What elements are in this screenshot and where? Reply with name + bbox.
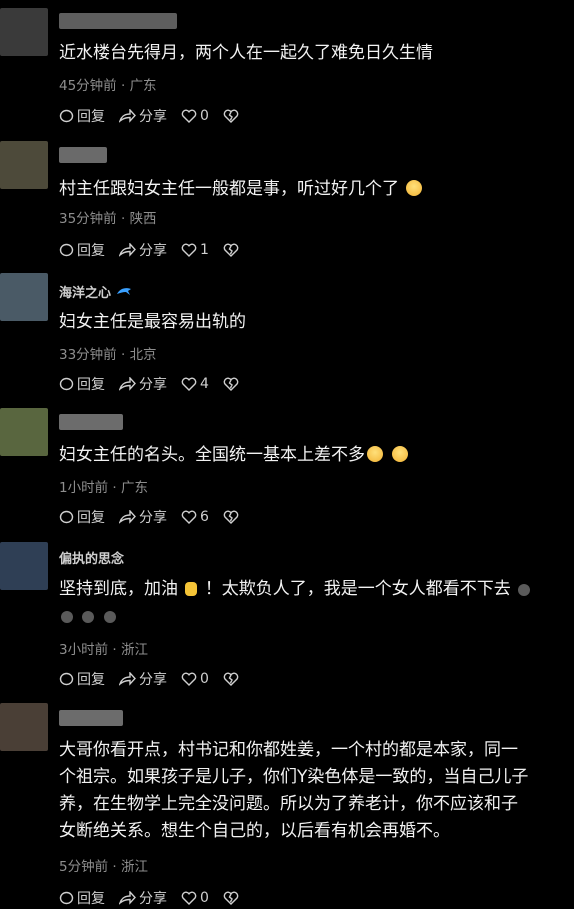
- avatar[interactable]: [0, 273, 48, 321]
- broken-heart-icon: [223, 891, 239, 905]
- comment-meta: 3小时前 · 浙江: [59, 642, 148, 658]
- heart-icon: [181, 672, 197, 686]
- reply-button[interactable]: 回复: [59, 374, 105, 394]
- comment-actions: 回复 分享 0: [59, 669, 256, 689]
- share-icon: [119, 109, 136, 123]
- username-blurred[interactable]: [59, 710, 123, 726]
- comment-text: 妇女主任是最容易出轨的: [59, 312, 246, 332]
- heart-icon: [181, 891, 197, 905]
- comment-actions: 回复 分享 1: [59, 240, 256, 260]
- comment-4: 妇女主任的名头。全国统一基本上差不多 1小时前 · 广东 回复 分享 6: [0, 404, 574, 538]
- reply-icon: [59, 243, 74, 256]
- bomb-emoji-icon: [103, 611, 116, 623]
- share-icon: [119, 672, 136, 686]
- share-button[interactable]: 分享: [119, 240, 167, 260]
- broken-heart-icon: [223, 672, 239, 686]
- share-icon: [119, 243, 136, 257]
- comment-text: 近水楼台先得月，两个人在一起久了难免日久生情: [59, 43, 433, 63]
- like-button[interactable]: 0: [181, 890, 209, 906]
- reply-button[interactable]: 回复: [59, 507, 105, 527]
- share-button[interactable]: 分享: [119, 669, 167, 689]
- dislike-button[interactable]: [223, 243, 242, 257]
- share-icon: [119, 510, 136, 524]
- reply-icon: [59, 109, 74, 122]
- like-button[interactable]: 4: [181, 376, 209, 392]
- dislike-button[interactable]: [223, 377, 242, 391]
- share-button[interactable]: 分享: [119, 374, 167, 394]
- comment-meta: 33分钟前 · 北京: [59, 347, 157, 363]
- comment-actions: 回复 分享 4: [59, 374, 256, 394]
- dislike-button[interactable]: [223, 109, 242, 123]
- dolphin-badge-icon: [116, 288, 131, 295]
- share-icon: [119, 377, 136, 391]
- reply-button[interactable]: 回复: [59, 669, 105, 689]
- like-button[interactable]: 0: [181, 671, 209, 687]
- comment-text: 大哥你看开点，村书记和你都姓姜，一个村的都是本家，同一 个祖宗。如果孩子是儿子，…: [59, 740, 529, 841]
- heart-icon: [181, 510, 197, 524]
- comment-actions: 回复 分享 0: [59, 888, 256, 908]
- share-button[interactable]: 分享: [119, 106, 167, 126]
- avatar[interactable]: [0, 542, 48, 590]
- comment-text: 村主任跟妇女主任一般都是事，听过好几个了: [59, 176, 569, 203]
- dislike-button[interactable]: [223, 891, 242, 905]
- reply-icon: [59, 891, 74, 904]
- laughing-emoji-icon: [367, 446, 383, 462]
- comment-meta: 45分钟前 · 广东: [59, 78, 157, 94]
- reply-icon: [59, 377, 74, 390]
- avatar[interactable]: [0, 703, 48, 751]
- share-icon: [119, 891, 136, 905]
- comment-text: 妇女主任的名头。全国统一基本上差不多: [59, 442, 569, 469]
- share-button[interactable]: 分享: [119, 888, 167, 908]
- reply-button[interactable]: 回复: [59, 106, 105, 126]
- broken-heart-icon: [223, 510, 239, 524]
- share-button[interactable]: 分享: [119, 507, 167, 527]
- broken-heart-icon: [223, 377, 239, 391]
- heart-icon: [181, 109, 197, 123]
- comment-meta: 5分钟前 · 浙江: [59, 859, 148, 875]
- reply-button[interactable]: 回复: [59, 240, 105, 260]
- username-blurred[interactable]: [59, 414, 123, 430]
- like-button[interactable]: 1: [181, 242, 209, 258]
- heart-icon: [181, 377, 197, 391]
- broken-heart-icon: [223, 243, 239, 257]
- comment-1: 近水楼台先得月，两个人在一起久了难免日久生情 45分钟前 · 广东 回复 分享 …: [0, 0, 574, 135]
- avatar[interactable]: [0, 141, 48, 189]
- username-blurred[interactable]: [59, 147, 107, 163]
- username[interactable]: 偏执的思念: [59, 548, 124, 567]
- reply-button[interactable]: 回复: [59, 888, 105, 908]
- comment-text: 坚持到底，加油 ！太欺负人了，我是一个女人都看不下去: [59, 576, 569, 630]
- bomb-emoji-icon: [82, 611, 95, 623]
- reply-icon: [59, 510, 74, 523]
- comment-meta: 35分钟前 · 陕西: [59, 211, 157, 227]
- reply-icon: [59, 672, 74, 685]
- comment-6: 大哥你看开点，村书记和你都姓姜，一个村的都是本家，同一 个祖宗。如果孩子是儿子，…: [0, 700, 574, 909]
- comment-3: 海洋之心 妇女主任是最容易出轨的 33分钟前 · 北京 回复 分享 4: [0, 270, 574, 404]
- like-button[interactable]: 6: [181, 509, 209, 525]
- bomb-emoji-icon: [518, 584, 531, 596]
- dislike-button[interactable]: [223, 510, 242, 524]
- comment-meta: 1小时前 · 广东: [59, 480, 148, 496]
- bomb-emoji-icon: [61, 611, 73, 623]
- broken-heart-icon: [223, 109, 239, 123]
- username[interactable]: 海洋之心: [59, 282, 132, 301]
- comment-5: 偏执的思念 坚持到底，加油 ！太欺负人了，我是一个女人都看不下去 3小时前 · …: [0, 538, 574, 700]
- comment-actions: 回复 分享 0: [59, 106, 256, 126]
- comment-2: 村主任跟妇女主任一般都是事，听过好几个了 35分钟前 · 陕西 回复 分享 1: [0, 135, 574, 270]
- avatar[interactable]: [0, 408, 48, 456]
- dislike-button[interactable]: [223, 672, 242, 686]
- ok-hand-emoji-icon: [185, 582, 198, 596]
- comment-actions: 回复 分享 6: [59, 507, 256, 527]
- laughing-emoji-icon: [392, 446, 409, 462]
- avatar[interactable]: [0, 8, 48, 56]
- laughing-emoji-icon: [406, 180, 423, 196]
- username-blurred[interactable]: [59, 13, 177, 29]
- heart-icon: [181, 243, 197, 257]
- like-button[interactable]: 0: [181, 108, 209, 124]
